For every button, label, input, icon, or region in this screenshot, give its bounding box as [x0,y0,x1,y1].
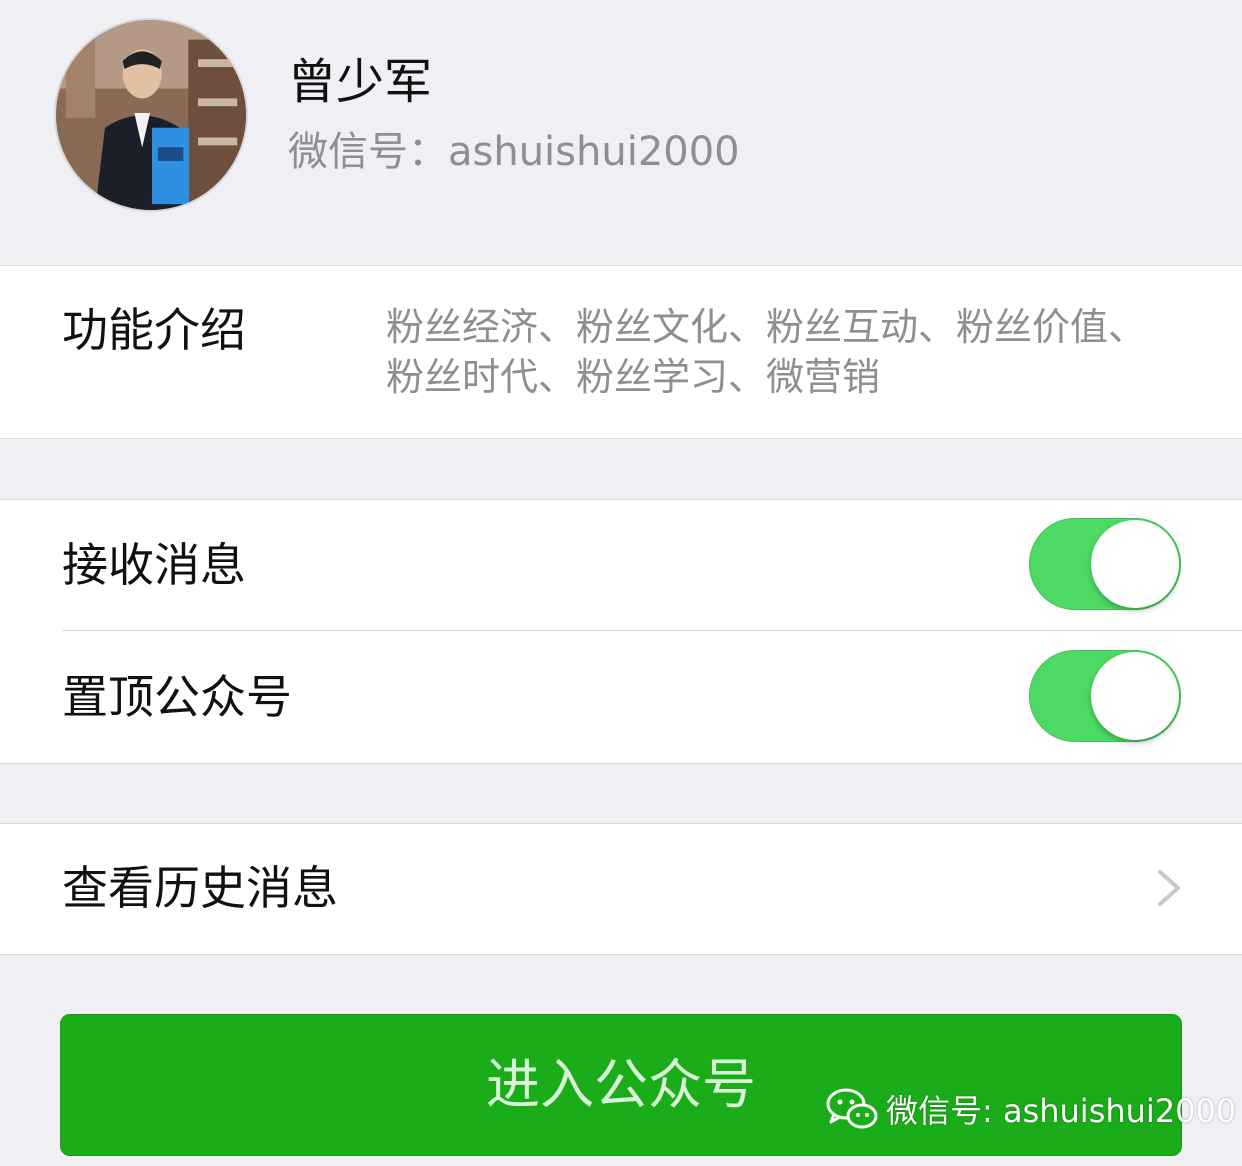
wechat-id: 微信号：ashuishui2000 [288,129,740,175]
pin-account-label: 置顶公众号 [62,670,292,724]
avatar[interactable] [54,18,248,212]
watermark-text: 微信号: ashuishui2000 [886,1092,1237,1130]
avatar-image [56,20,246,210]
account-name: 曾少军 [288,54,433,110]
row-divider [62,630,1242,631]
intro-description: 粉丝经济、粉丝文化、粉丝互动、粉丝价值、粉丝时代、粉丝学习、微营销 [386,305,1147,399]
receive-messages-label: 接收消息 [62,538,246,592]
wechat-logo-icon [826,1088,878,1129]
profile-header: 曾少军 微信号：ashuishui2000 [0,0,1242,265]
intro-title: 功能介绍 [62,303,246,357]
receive-messages-toggle[interactable] [1029,518,1181,610]
watermark: 微信号: ashuishui2000 [824,1084,1236,1134]
history-label: 查看历史消息 [62,861,338,915]
chevron-right-icon [1158,870,1180,906]
pin-account-toggle[interactable] [1029,650,1181,742]
toggle-knob [1091,652,1179,740]
toggle-knob [1091,520,1179,608]
